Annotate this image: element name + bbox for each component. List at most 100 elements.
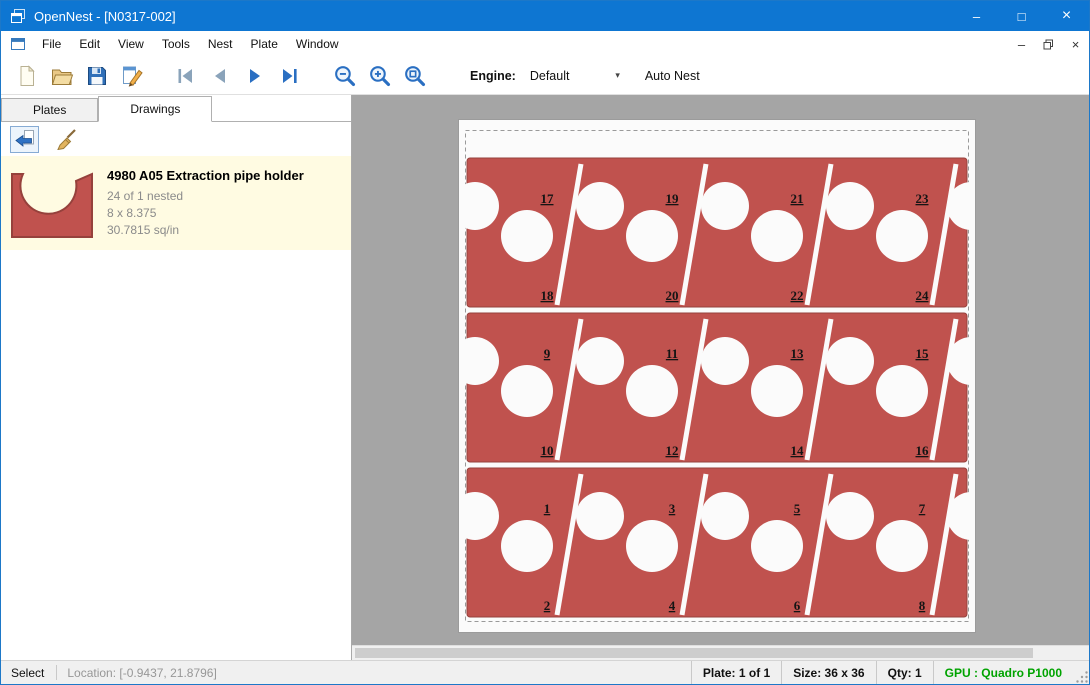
part-cutout bbox=[751, 210, 803, 262]
save-edit-button[interactable] bbox=[114, 60, 149, 92]
status-gpu: GPU : Quadro P1000 bbox=[933, 661, 1073, 684]
last-arrow-icon bbox=[278, 64, 302, 88]
clear-drawings-button[interactable] bbox=[52, 126, 81, 153]
last-plate-button[interactable] bbox=[272, 60, 307, 92]
app-icon bbox=[10, 8, 26, 24]
titlebar: OpenNest - [N0317-002] – □ × bbox=[1, 1, 1089, 31]
first-arrow-icon bbox=[173, 64, 197, 88]
part-cutout bbox=[876, 520, 928, 572]
child-minimize-button[interactable]: – bbox=[1008, 33, 1035, 55]
engine-select[interactable]: Default ▾ bbox=[525, 64, 625, 88]
part-cutout bbox=[576, 182, 624, 230]
blue-arrow-page-icon bbox=[14, 128, 36, 150]
broom-icon bbox=[56, 128, 78, 150]
part-cutout bbox=[626, 520, 678, 572]
part-number: 21 bbox=[791, 191, 804, 206]
next-plate-button[interactable] bbox=[237, 60, 272, 92]
part-number: 7 bbox=[919, 501, 926, 516]
new-button[interactable] bbox=[9, 60, 44, 92]
part-number: 23 bbox=[916, 191, 930, 206]
previous-plate-button[interactable] bbox=[202, 60, 237, 92]
edit-sheet-pencil-icon bbox=[120, 64, 144, 88]
part-number: 19 bbox=[666, 191, 680, 206]
chevron-down-icon: ▾ bbox=[615, 70, 620, 81]
drawing-list-item[interactable]: 4980 A05 Extraction pipe holder 24 of 1 … bbox=[1, 156, 351, 250]
part-cutout bbox=[826, 492, 874, 540]
menu-plate[interactable]: Plate bbox=[242, 32, 287, 56]
save-button[interactable] bbox=[79, 60, 114, 92]
new-page-icon bbox=[15, 64, 39, 88]
mdi-child-icon[interactable] bbox=[10, 36, 26, 52]
menu-nest[interactable]: Nest bbox=[199, 32, 242, 56]
drawing-area: 30.7815 sq/in bbox=[107, 222, 304, 239]
drawing-size: 8 x 8.375 bbox=[107, 205, 304, 222]
menu-edit[interactable]: Edit bbox=[70, 32, 109, 56]
drawing-nested-count: 24 of 1 nested bbox=[107, 188, 304, 205]
part-number: 16 bbox=[916, 443, 930, 458]
part-cutout bbox=[576, 492, 624, 540]
open-button[interactable] bbox=[44, 60, 79, 92]
part-number: 3 bbox=[669, 501, 676, 516]
drawings-toolbar bbox=[1, 122, 351, 156]
part-number: 2 bbox=[544, 598, 551, 613]
part-cutout bbox=[626, 365, 678, 417]
part-number: 18 bbox=[541, 288, 555, 303]
part-thumbnail bbox=[10, 166, 94, 240]
part-cutout bbox=[701, 337, 749, 385]
zoom-in-button[interactable] bbox=[362, 60, 397, 92]
part-cutout bbox=[751, 365, 803, 417]
part-cutout bbox=[626, 210, 678, 262]
nest-plate-svg[interactable]: 171819202122232491011121314151612345678 bbox=[459, 120, 975, 632]
drawing-title: 4980 A05 Extraction pipe holder bbox=[107, 168, 304, 183]
child-close-button[interactable]: × bbox=[1062, 33, 1089, 55]
first-plate-button[interactable] bbox=[167, 60, 202, 92]
auto-nest-button[interactable]: Auto Nest bbox=[645, 69, 700, 83]
tab-plates[interactable]: Plates bbox=[1, 98, 98, 121]
part-number: 11 bbox=[666, 346, 678, 361]
part-cutout bbox=[826, 182, 874, 230]
child-restore-button[interactable] bbox=[1035, 33, 1062, 55]
zoom-out-button[interactable] bbox=[327, 60, 362, 92]
resize-grip[interactable] bbox=[1073, 661, 1089, 684]
part-cutout bbox=[501, 210, 553, 262]
part-cutout bbox=[876, 210, 928, 262]
menu-file[interactable]: File bbox=[33, 32, 70, 56]
part-number: 9 bbox=[544, 346, 551, 361]
nesting-canvas[interactable]: 171819202122232491011121314151612345678 bbox=[352, 95, 1089, 660]
part-number: 10 bbox=[541, 443, 554, 458]
import-drawing-button[interactable] bbox=[10, 126, 39, 153]
horizontal-scrollbar-thumb[interactable] bbox=[355, 648, 1033, 658]
zoom-in-icon bbox=[367, 63, 392, 88]
part-cutout bbox=[701, 492, 749, 540]
close-button[interactable]: × bbox=[1044, 1, 1089, 31]
part-number: 12 bbox=[666, 443, 679, 458]
part-number: 20 bbox=[666, 288, 679, 303]
part-number: 24 bbox=[916, 288, 930, 303]
status-location: Location: [-0.9437, 21.8796] bbox=[57, 666, 226, 680]
engine-selected-value: Default bbox=[530, 69, 570, 83]
open-folder-icon bbox=[50, 64, 74, 88]
window-title: OpenNest - [N0317-002] bbox=[34, 9, 954, 24]
minimize-button[interactable]: – bbox=[954, 1, 999, 31]
zoom-fit-button[interactable] bbox=[397, 60, 432, 92]
part-number: 4 bbox=[669, 598, 676, 613]
maximize-button[interactable]: □ bbox=[999, 1, 1044, 31]
horizontal-scrollbar[interactable] bbox=[352, 645, 1089, 660]
part-cutout bbox=[826, 337, 874, 385]
app-window: OpenNest - [N0317-002] – □ × File Edit V… bbox=[0, 0, 1090, 685]
restore-icon bbox=[1043, 39, 1054, 50]
status-plate-size: Size: 36 x 36 bbox=[781, 661, 875, 684]
previous-arrow-icon bbox=[208, 64, 232, 88]
part-cutout bbox=[751, 520, 803, 572]
sidebar-tabs: Plates Drawings bbox=[1, 95, 351, 122]
status-qty: Qty: 1 bbox=[876, 661, 933, 684]
part-cutout bbox=[701, 182, 749, 230]
plate-sheet[interactable]: 171819202122232491011121314151612345678 bbox=[458, 119, 976, 633]
part-cutout bbox=[576, 337, 624, 385]
tab-drawings[interactable]: Drawings bbox=[98, 96, 212, 122]
menu-tools[interactable]: Tools bbox=[153, 32, 199, 56]
part-number: 6 bbox=[794, 598, 801, 613]
part-number: 1 bbox=[544, 501, 551, 516]
menu-window[interactable]: Window bbox=[287, 32, 348, 56]
menu-view[interactable]: View bbox=[109, 32, 153, 56]
